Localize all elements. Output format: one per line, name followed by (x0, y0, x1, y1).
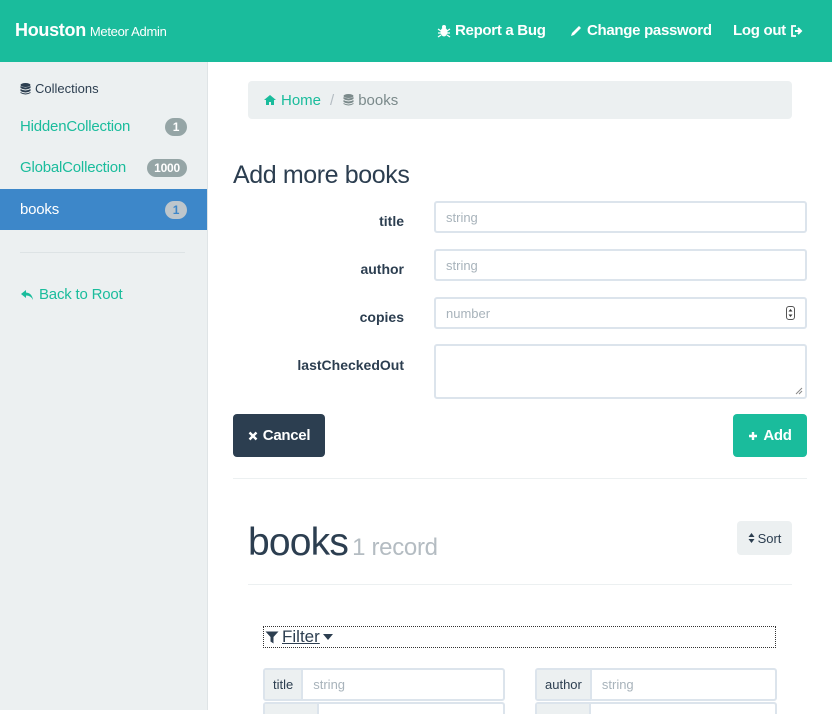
cancel-button[interactable]: Cancel (233, 414, 325, 457)
brand[interactable]: Houston Meteor Admin (15, 20, 167, 41)
database-icon (343, 94, 354, 106)
caret-down-icon (322, 634, 333, 640)
sidebar-item-hiddencollection[interactable]: HiddenCollection 1 (0, 106, 207, 147)
number-spinner-icon[interactable] (786, 306, 795, 320)
filter-toggle[interactable]: Filter (263, 626, 776, 648)
filter-icon (265, 631, 279, 643)
logout-icon (790, 24, 803, 37)
collections-heading: Collections (20, 81, 99, 96)
breadcrumb-home[interactable]: Home (263, 92, 321, 109)
lastcheckedout-textarea[interactable] (434, 344, 807, 399)
database-icon (20, 82, 31, 94)
back-to-root-link[interactable]: Back to Root (20, 286, 123, 303)
report-bug-label: Report a Bug (455, 22, 546, 39)
home-icon (264, 95, 276, 105)
collection-name: books (248, 521, 349, 564)
change-password-link[interactable]: Change password (569, 22, 712, 39)
sort-label: Sort (757, 530, 782, 546)
title-placeholder: string (446, 209, 478, 225)
breadcrumb: Home / books (248, 81, 792, 119)
copies-label: copies (359, 309, 404, 325)
filter-group-partial-label (265, 704, 319, 714)
report-bug-link[interactable]: Report a Bug (437, 22, 546, 39)
breadcrumb-current: books (343, 92, 398, 109)
filter-group-partial (535, 702, 777, 714)
lastcheckedout-label: lastCheckedOut (297, 357, 404, 373)
record-count: 1 record (352, 534, 438, 561)
author-input[interactable]: string (434, 249, 807, 281)
cancel-label: Cancel (262, 427, 311, 444)
sidebar-item-label: books (20, 201, 60, 218)
breadcrumb-current-label: books (358, 91, 399, 109)
close-icon (248, 431, 258, 440)
brand-subtitle: Meteor Admin (89, 24, 167, 39)
add-button[interactable]: Add (733, 414, 807, 457)
navbar: Houston Meteor Admin Report a Bug Change … (0, 0, 832, 62)
sidebar-item-globalcollection[interactable]: GlobalCollection 1000 (0, 147, 207, 188)
filter-title-placeholder: string (313, 677, 346, 692)
count-badge: 1000 (147, 158, 187, 177)
count-badge: 1 (165, 200, 187, 219)
brand-title: Houston (15, 20, 86, 40)
collection-title: books 1 record (248, 521, 438, 565)
add-label: Add (763, 427, 792, 444)
breadcrumb-home-label: Home (281, 91, 322, 109)
sort-button[interactable]: Sort (737, 521, 792, 555)
sidebar-item-label: GlobalCollection (20, 159, 127, 176)
filter-label: Filter (282, 627, 320, 646)
author-placeholder: string (446, 257, 478, 273)
resize-handle-icon[interactable] (795, 387, 803, 395)
logout-link[interactable]: Log out (733, 22, 804, 39)
back-to-root-label: Back to Root (39, 286, 123, 303)
sidebar-divider (20, 252, 185, 253)
logout-label: Log out (733, 22, 786, 39)
filter-title-group: title string (263, 668, 505, 701)
filter-author-group: author string (535, 668, 777, 701)
filter-title-label: title (265, 670, 304, 699)
sidebar-item-books[interactable]: books 1 (0, 189, 207, 230)
filter-author-placeholder: string (601, 677, 634, 692)
title-label: title (379, 213, 404, 229)
sidebar: Collections HiddenCollection 1 GlobalCol… (0, 62, 208, 710)
reply-icon (21, 289, 33, 300)
breadcrumb-separator: / (330, 91, 335, 109)
collections-heading-label: Collections (35, 81, 99, 96)
filter-author-input[interactable]: string (592, 670, 775, 699)
filter-author-label: author (537, 670, 592, 699)
filter-group-partial-label (537, 704, 591, 714)
section-divider (233, 478, 807, 479)
pencil-icon (571, 25, 581, 36)
sort-icon (748, 533, 755, 543)
filter-title-input[interactable]: string (303, 670, 503, 699)
change-password-label: Change password (587, 22, 712, 39)
sidebar-item-label: HiddenCollection (20, 118, 131, 135)
author-label: author (360, 261, 404, 277)
plus-icon (749, 431, 758, 440)
copies-placeholder: number (446, 305, 491, 321)
bug-icon (437, 24, 451, 38)
filter-group-partial (263, 702, 505, 714)
count-badge: 1 (165, 117, 187, 136)
copies-input[interactable]: number (434, 297, 807, 329)
title-input[interactable]: string (434, 201, 807, 233)
collection-divider (248, 584, 792, 585)
form-title: Add more books (233, 161, 410, 189)
